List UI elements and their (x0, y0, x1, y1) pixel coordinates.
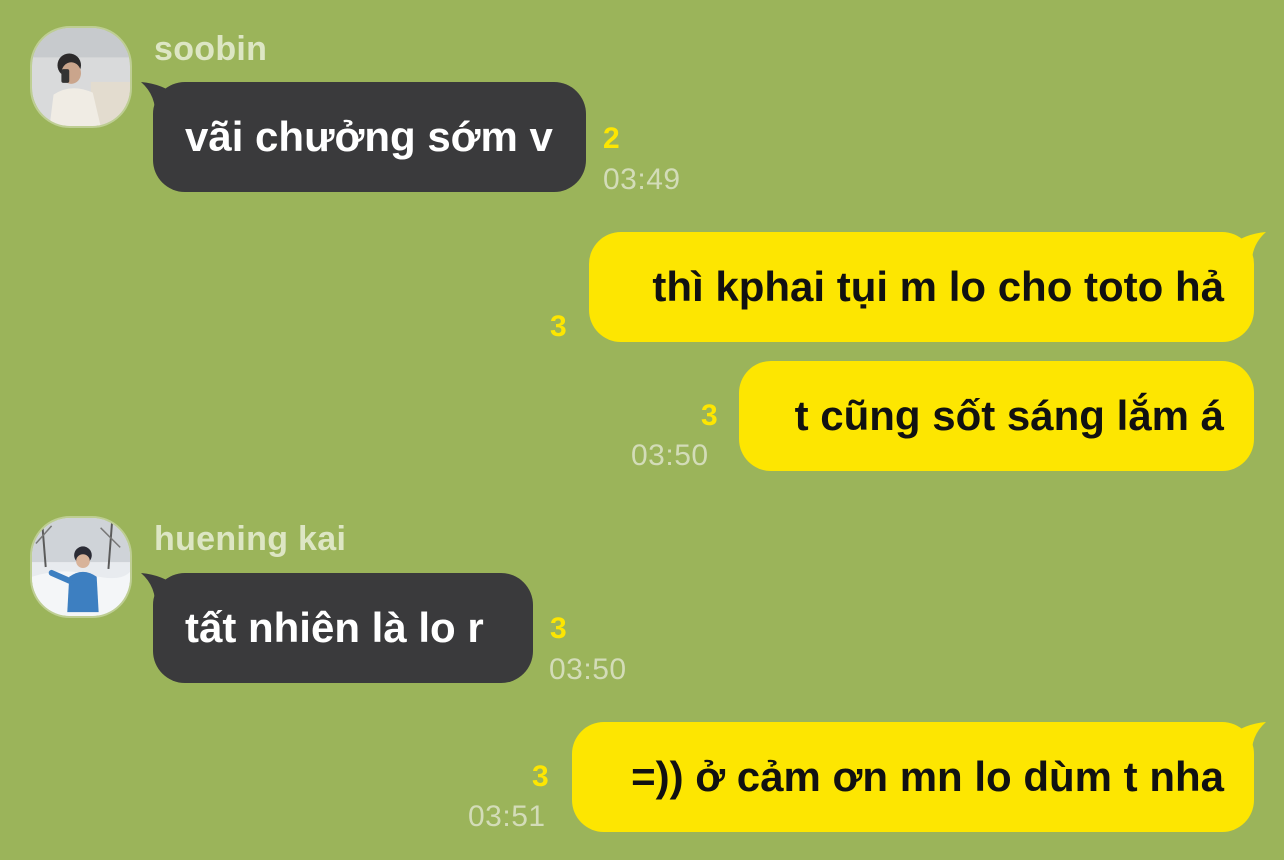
bubble-tail-icon (1230, 232, 1266, 268)
huening-kai-avatar[interactable] (30, 516, 132, 618)
sender-name: soobin (154, 30, 268, 68)
message-text: tất nhiên là lo r (185, 604, 484, 651)
unread-count: 3 (701, 399, 718, 432)
outgoing-message-bubble[interactable]: thì kphai tụi m lo cho toto hả (589, 232, 1266, 342)
message-text: vãi chưởng sớm v (185, 113, 553, 160)
unread-count: 3 (532, 760, 549, 793)
message-time: 03:50 (549, 653, 627, 686)
message-time: 03:49 (603, 163, 681, 196)
unread-count: 2 (603, 122, 620, 155)
outgoing-message-bubble[interactable]: t cũng sốt sáng lắm á (739, 361, 1254, 471)
soobin-avatar[interactable] (30, 26, 132, 128)
incoming-message-bubble[interactable]: tất nhiên là lo r (141, 573, 533, 683)
unread-count: 3 (550, 612, 567, 645)
bubble-tail-icon (1230, 722, 1266, 758)
message-text: thì kphai tụi m lo cho toto hả (652, 263, 1224, 310)
message-text: t cũng sốt sáng lắm á (794, 392, 1224, 439)
message-time: 03:51 (468, 800, 546, 833)
sender-name: huening kai (154, 520, 347, 558)
message-text: =)) ở cảm ơn mn lo dùm t nha (631, 753, 1224, 800)
bubble-tail-icon (141, 573, 177, 609)
message-time: 03:50 (631, 439, 709, 472)
soobin-avatar-image (32, 28, 130, 126)
bubble-tail-icon (141, 82, 177, 118)
outgoing-message-bubble[interactable]: =)) ở cảm ơn mn lo dùm t nha (572, 722, 1266, 832)
unread-count: 3 (550, 310, 567, 343)
incoming-message-bubble[interactable]: vãi chưởng sớm v (141, 82, 586, 192)
huening-kai-avatar-image (32, 518, 130, 616)
